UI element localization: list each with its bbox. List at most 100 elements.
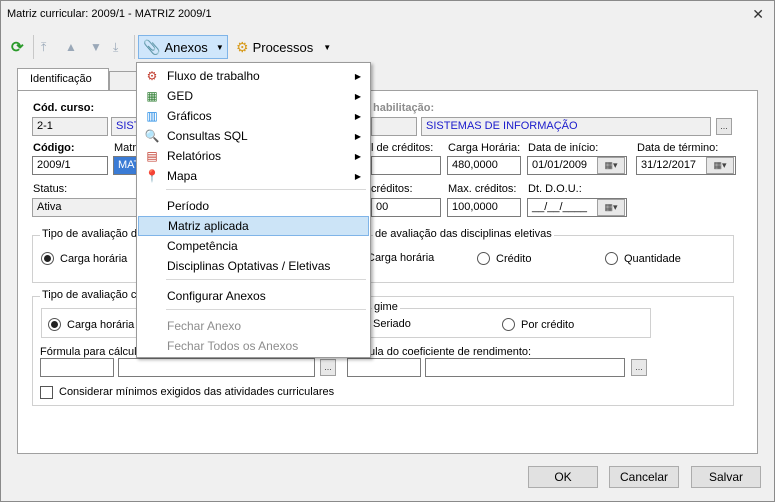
formula-label: Fórmula para cálculo	[40, 346, 143, 358]
gears-icon: ⚙	[236, 38, 249, 55]
carga-horaria-label: Carga Horária:	[448, 142, 521, 154]
formula-coef-field[interactable]	[425, 358, 625, 377]
first-record-icon[interactable]: ⤒	[41, 35, 46, 59]
menu-item-fechar-anexo: Fechar Anexo	[138, 316, 369, 336]
close-icon[interactable]: ✕	[752, 6, 764, 23]
menu-item-configurar-anexos[interactable]: Configurar Anexos	[138, 286, 369, 306]
workflow-icon: ⚙	[146, 69, 158, 83]
max-creditos-label: Max. créditos:	[448, 183, 517, 195]
radio-label: Por crédito	[521, 318, 575, 331]
tab-identificacao[interactable]: Identificação	[17, 68, 109, 90]
menu-separator	[166, 309, 366, 310]
radio-coef-carga-horaria[interactable]: Carga horária	[48, 318, 134, 331]
submenu-arrow-icon: ▶	[354, 131, 361, 141]
habilitacao-code-field[interactable]	[371, 117, 417, 136]
min-creditos-field[interactable]: 00	[371, 198, 441, 217]
calendar-icon[interactable]: ▦▾	[597, 157, 625, 174]
radio-icon	[477, 252, 490, 265]
menu-item-label: Configurar Anexos	[167, 289, 266, 303]
min-creditos-label: créditos:	[371, 183, 413, 195]
menu-item-competencia[interactable]: Competência	[138, 236, 369, 256]
chart-icon: ▥	[146, 109, 158, 123]
radio-eletivas-quantidade[interactable]: Quantidade	[605, 252, 681, 265]
formula-coef-code-field[interactable]	[347, 358, 421, 377]
radio-por-credito[interactable]: Por crédito	[502, 318, 574, 331]
habilitacao-lookup-button[interactable]: ...	[716, 118, 732, 135]
menu-item-ged[interactable]: ▦ GED ▶	[138, 86, 369, 106]
menu-item-graficos[interactable]: ▥ Gráficos ▶	[138, 106, 369, 126]
submenu-arrow-icon: ▶	[354, 111, 361, 121]
calendar-icon[interactable]: ▦▾	[597, 199, 625, 216]
submenu-arrow-icon: ▶	[354, 151, 361, 161]
processos-button[interactable]: ⚙ Processos ▼	[233, 35, 334, 59]
menu-item-label: Fluxo de trabalho	[167, 69, 260, 83]
creditos-field[interactable]	[371, 156, 441, 175]
cod-curso-label: Cód. curso:	[33, 102, 95, 114]
submenu-arrow-icon: ▶	[354, 91, 361, 101]
carga-horaria-field[interactable]: 480,0000	[447, 156, 521, 175]
previous-record-icon[interactable]: ▲	[65, 35, 77, 59]
habilitacao-label: habilitação:	[373, 102, 435, 114]
magnifier-icon: 🔍	[144, 129, 160, 143]
menu-item-periodo[interactable]: Período	[138, 196, 369, 216]
cancel-button[interactable]: Cancelar	[609, 466, 679, 488]
dialog-window: Matriz curricular: 2009/1 - MATRIZ 2009/…	[0, 0, 775, 502]
menu-item-mapa[interactable]: 📍 Mapa ▶	[138, 166, 369, 186]
formula-field[interactable]	[118, 358, 315, 377]
habilitacao-field[interactable]: SISTEMAS DE INFORMAÇÃO	[421, 117, 711, 136]
status-field[interactable]: Ativa	[32, 198, 139, 217]
chevron-down-icon: ▼	[215, 42, 224, 52]
toolbar: ⟳ ⤒ ▲ ▼ ⤓ 📎 Anexos ▼ ⚙ Processos ▼	[1, 31, 774, 63]
radio-eletivas-credito[interactable]: Crédito	[477, 252, 531, 265]
ged-icon: ▦	[146, 89, 158, 103]
calendar-icon[interactable]: ▦▾	[706, 157, 734, 174]
max-creditos-field[interactable]: 100,0000	[447, 198, 521, 217]
formula-coef-lookup-button[interactable]: ...	[631, 359, 647, 376]
menu-separator	[166, 189, 366, 190]
tab-secondary[interactable]	[109, 71, 139, 90]
report-icon: ▤	[146, 149, 158, 163]
refresh-icon: ⟳	[11, 39, 24, 56]
menu-item-label: Período	[167, 199, 210, 213]
radio-label: Seriado	[373, 318, 411, 330]
menu-item-label: Fechar Todos os Anexos	[167, 339, 299, 353]
menu-item-label: Gráficos	[167, 109, 212, 123]
radio-label: Carga horária	[67, 318, 135, 331]
menu-item-label: Relatórios	[167, 149, 222, 163]
anexos-button[interactable]: 📎 Anexos ▼	[138, 35, 228, 59]
refresh-button[interactable]: ⟳	[11, 35, 24, 59]
radio-label: Carga horária	[367, 252, 435, 264]
considerar-minimos-label: Considerar mínimos exigidos das atividad…	[59, 386, 335, 398]
chevron-down-icon: ▼	[323, 42, 332, 52]
menu-item-disciplinas-optativas[interactable]: Disciplinas Optativas / Eletivas	[138, 256, 369, 276]
formula-code-field[interactable]	[40, 358, 114, 377]
codigo-label: Código:	[33, 142, 75, 154]
radio-seriado[interactable]: Seriado	[373, 318, 411, 330]
last-record-icon[interactable]: ⤓	[113, 35, 118, 59]
save-button[interactable]: Salvar	[691, 466, 761, 488]
cod-curso-field[interactable]: 2-1	[32, 117, 108, 136]
menu-item-label: Fechar Anexo	[167, 319, 242, 333]
submenu-arrow-icon: ▶	[354, 71, 361, 81]
considerar-minimos-checkbox[interactable]	[40, 386, 53, 399]
formula-lookup-button[interactable]: ...	[320, 359, 336, 376]
menu-item-matriz-aplicada[interactable]: Matriz aplicada	[138, 216, 369, 236]
menu-item-label: GED	[167, 89, 194, 103]
radio-eletivas-carga-horaria[interactable]: Carga horária	[367, 252, 434, 264]
menu-item-fluxo-trabalho[interactable]: ⚙ Fluxo de trabalho ▶	[138, 66, 369, 86]
codigo-field[interactable]: 2009/1	[32, 156, 108, 175]
ok-button[interactable]: OK	[528, 466, 598, 488]
radio-selected-icon	[48, 318, 61, 331]
tab-label: Identificação	[30, 73, 92, 85]
menu-item-consultas-sql[interactable]: 🔍 Consultas SQL ▶	[138, 126, 369, 146]
curso-name-field[interactable]: SIST	[111, 117, 139, 136]
map-pin-icon: 📍	[144, 169, 160, 183]
window-title: Matriz curricular: 2009/1 - MATRIZ 2009/…	[7, 8, 212, 20]
radio-label: Carga horária	[60, 252, 128, 265]
next-record-icon[interactable]: ▼	[90, 35, 102, 59]
data-termino-label: Data de término:	[637, 142, 719, 154]
radio-carga-horaria[interactable]: Carga horária	[41, 252, 127, 265]
formula-coef-label: ula do coeficiente de rendimento:	[369, 346, 532, 358]
menu-item-relatorios[interactable]: ▤ Relatórios ▶	[138, 146, 369, 166]
anexos-label: Anexos	[164, 39, 208, 55]
